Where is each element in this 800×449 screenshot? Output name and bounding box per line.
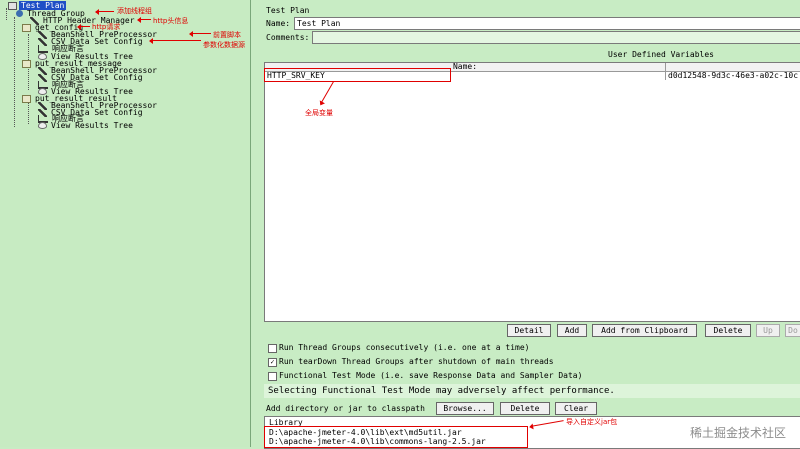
name-field[interactable]: Test Plan (294, 17, 800, 30)
annotation-param-data-source: 参数化数据源 (203, 41, 245, 49)
add-button[interactable]: Add (557, 324, 587, 337)
comments-label: Comments: (266, 33, 310, 42)
browse-button[interactable]: Browse... (436, 402, 494, 415)
annotation-arrow (137, 17, 151, 23)
detail-button[interactable]: Detail (507, 324, 551, 337)
annotation-import-jar: 导入自定义jar包 (566, 418, 618, 426)
udv-title: User Defined Variables (608, 50, 714, 59)
listener-icon (38, 122, 47, 129)
watermark: 稀土掘金技术社区 (689, 426, 786, 440)
run-consecutively-checkbox[interactable] (268, 344, 277, 353)
run-consecutively-label: Run Thread Groups consecutively (i.e. on… (279, 343, 530, 352)
functional-mode-label: Functional Test Mode (i.e. save Response… (279, 371, 583, 380)
annotation-arrow (77, 24, 90, 30)
delete-variable-button[interactable]: Delete (705, 324, 751, 337)
annotation-arrow (149, 38, 201, 44)
add-from-clipboard-button[interactable]: Add from Clipboard (592, 324, 697, 337)
run-teardown-label: Run tearDown Thread Groups after shutdow… (279, 357, 554, 366)
test-plan-tree: Test Plan Thread Group HTTP Header Manag… (0, 0, 251, 447)
highlight-box (264, 68, 451, 82)
highlight-box (264, 426, 528, 448)
sampler-icon (22, 23, 31, 32)
clear-classpath-button[interactable]: Clear (555, 402, 597, 415)
tree-item-view-results-3[interactable]: View Results Tree (38, 121, 135, 131)
variable-value-cell[interactable]: d0d12548-9d3c-46e3-a02c-10c (665, 71, 800, 80)
comments-field[interactable] (312, 31, 800, 44)
functional-mode-warning: Selecting Functional Test Mode may adver… (264, 384, 800, 398)
thread-group-icon (16, 10, 23, 17)
sampler-icon (22, 94, 31, 103)
annotation-http-header: http头信息 (153, 17, 189, 25)
annotation-add-thread-group: 添加线程组 (117, 7, 152, 15)
user-defined-variables-table: Name: HTTP_SRV_KEY d0d12548-9d3c-46e3-a0… (264, 62, 800, 322)
classpath-label: Add directory or jar to classpath (266, 404, 425, 413)
annotation-preprocess-script: 前置脚本 (213, 31, 241, 39)
down-button[interactable]: Do (785, 324, 800, 337)
functional-mode-checkbox[interactable] (268, 372, 277, 381)
annotation-http-request: http请求 (92, 23, 121, 31)
annotation-arrow (189, 31, 211, 37)
up-button[interactable]: Up (756, 324, 780, 337)
annotation-arrow (95, 9, 114, 15)
delete-classpath-button[interactable]: Delete (500, 402, 550, 415)
run-teardown-checkbox[interactable]: ✓ (268, 358, 277, 367)
panel-heading: Test Plan (266, 6, 310, 15)
annotation-global-var: 全局变量 (305, 109, 333, 117)
name-label: Name: (266, 19, 291, 28)
sampler-icon (22, 59, 31, 68)
